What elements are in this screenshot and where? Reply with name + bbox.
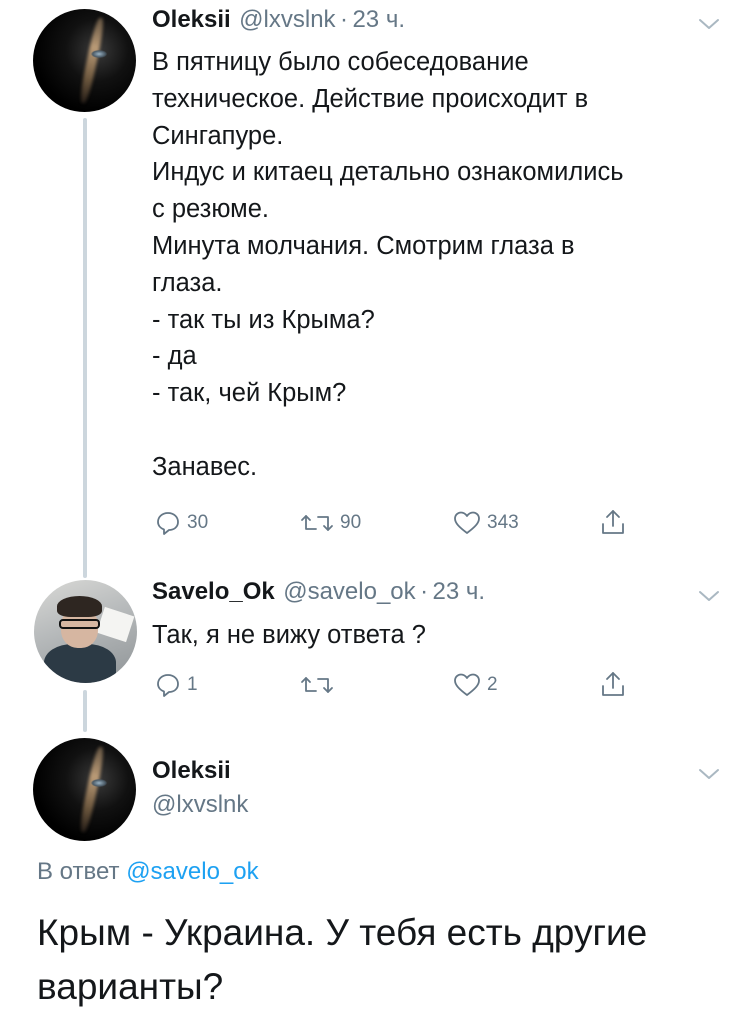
avatar-image-body	[44, 643, 117, 683]
reply-icon	[157, 512, 179, 535]
timestamp[interactable]: 23 ч.	[352, 6, 405, 33]
reply-icon	[157, 674, 179, 697]
retweet-icon	[301, 515, 333, 531]
separator: ·	[420, 578, 429, 605]
share-icon	[602, 510, 624, 534]
retweet-icon	[301, 677, 333, 693]
reply-prefix: В ответ	[37, 858, 120, 885]
handle[interactable]: @savelo_ok	[283, 578, 415, 605]
display-name[interactable]: Oleksii	[152, 757, 231, 785]
handle[interactable]: @lxvslnk	[239, 6, 335, 33]
avatar-image	[77, 17, 106, 104]
share-button[interactable]	[600, 508, 626, 536]
like-count: 2	[487, 674, 498, 695]
display-name[interactable]: Oleksii	[152, 6, 231, 33]
thread-line	[83, 118, 87, 578]
separator: ·	[340, 6, 348, 33]
avatar-savelo-ok[interactable]	[34, 580, 137, 683]
avatar-oleksii[interactable]	[33, 9, 136, 112]
tweet-header: Savelo_Ok @savelo_ok · 23 ч.	[152, 578, 485, 606]
avatar-oleksii[interactable]	[33, 738, 136, 841]
timestamp[interactable]: 23 ч.	[433, 578, 486, 605]
tweet-header: Oleksii @lxvslnk · 23 ч.	[152, 6, 405, 34]
avatar-image-glasses	[58, 619, 100, 630]
tweet-text: В пятницу было собеседование техническое…	[152, 48, 624, 481]
chevron-down-icon[interactable]	[697, 588, 721, 604]
avatar-image	[77, 746, 106, 833]
like-button[interactable]: 2	[453, 672, 498, 698]
reply-button[interactable]: 1	[155, 672, 198, 698]
chevron-down-icon[interactable]	[697, 16, 721, 32]
like-button[interactable]: 343	[453, 510, 519, 536]
chevron-down-icon[interactable]	[697, 766, 721, 782]
reply-count: 1	[187, 674, 198, 695]
heart-icon	[454, 673, 480, 696]
heart-icon	[454, 511, 480, 534]
retweet-button[interactable]	[300, 672, 340, 698]
handle[interactable]: @lxvslnk	[152, 791, 248, 819]
thread-line	[83, 690, 87, 732]
reply-to-link[interactable]: @savelo_ok	[126, 858, 258, 885]
share-button[interactable]	[600, 670, 626, 698]
avatar-image-paper	[96, 606, 135, 642]
like-count: 343	[487, 512, 519, 533]
reply-count: 30	[187, 512, 209, 533]
reply-context: В ответ @savelo_ok	[37, 858, 259, 886]
tweet-text: Крым - Украина. У тебя есть другие вариа…	[37, 912, 648, 1007]
share-icon	[602, 672, 624, 696]
avatar-image-hair	[56, 596, 102, 618]
tweet-text: Так, я не вижу ответа ?	[152, 621, 426, 649]
retweet-button[interactable]: 90	[300, 510, 361, 536]
avatar-image-eye	[90, 779, 108, 788]
display-name[interactable]: Savelo_Ok	[152, 578, 275, 605]
avatar-image-eye	[90, 50, 108, 59]
reply-button[interactable]: 30	[155, 510, 208, 536]
retweet-count: 90	[340, 512, 362, 533]
